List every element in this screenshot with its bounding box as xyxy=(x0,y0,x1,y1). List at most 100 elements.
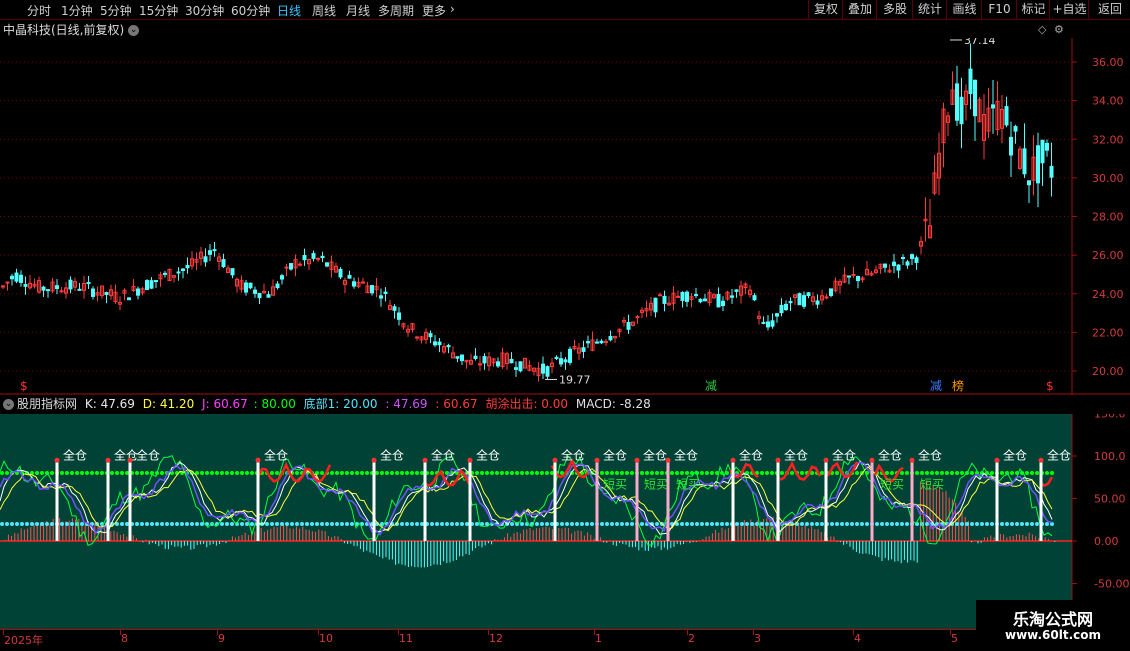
period-tab-2[interactable]: 5分钟 xyxy=(100,2,132,19)
level20-dot xyxy=(575,522,579,526)
short-buy-label: 短买 xyxy=(880,477,904,491)
toolbar-button-4[interactable]: 画线 xyxy=(946,0,982,19)
time-label: 8 xyxy=(121,632,128,645)
toolbar-button-1[interactable]: 叠加 xyxy=(842,0,877,19)
level80-dot xyxy=(820,471,824,475)
full-position-label: 全仓 xyxy=(431,447,455,462)
full-position-label: 全仓 xyxy=(739,447,763,462)
level20-dot xyxy=(225,522,229,526)
level80-dot xyxy=(430,471,434,475)
chevron-down-icon[interactable]: ⌄ xyxy=(128,25,140,36)
level20-dot xyxy=(240,522,244,526)
toolbar-button-6[interactable]: 标记 xyxy=(1016,0,1050,19)
level20-dot xyxy=(750,522,754,526)
toolbar-button-8[interactable]: 返回 xyxy=(1088,0,1130,19)
full-position-dot xyxy=(371,457,377,463)
candle-body xyxy=(784,303,788,311)
full-position-dot xyxy=(665,457,671,463)
indicator-tick-label: -50.00 xyxy=(1094,578,1129,591)
time-label: 10 xyxy=(319,632,333,645)
time-label: 9 xyxy=(218,632,225,645)
indicator-menu-icon[interactable]: ⌄ xyxy=(3,399,14,410)
period-tab-9[interactable]: 多周期 xyxy=(378,2,414,19)
price-chart[interactable]: 36.00 34.00 32.00 30.00 28.00 26.00 24.00 22.00… xyxy=(0,38,1130,395)
level80-dot xyxy=(520,471,524,475)
indicator-chart[interactable]: 150.0100.050.000.00-50.00全仓 全仓全仓 全仓 全仓 全仓 全仓全… xyxy=(0,414,1130,629)
candle-body xyxy=(415,336,419,339)
candle-body xyxy=(824,296,829,299)
candle-body xyxy=(266,294,271,298)
candle-body xyxy=(698,298,703,303)
level20-dot xyxy=(680,522,684,526)
level80-dot xyxy=(375,471,379,475)
level80-dot xyxy=(655,471,659,475)
level80-dot xyxy=(915,471,919,475)
toolbar-button-5[interactable]: F10 xyxy=(981,0,1017,19)
level20-dot xyxy=(340,522,344,526)
toolbar-button-2[interactable]: 多股 xyxy=(876,0,913,19)
level20-dot xyxy=(5,522,9,526)
level80-dot xyxy=(535,471,539,475)
period-tab-1[interactable]: 1分钟 xyxy=(61,2,93,19)
full-position-dot xyxy=(1038,457,1044,463)
level80-dot xyxy=(510,471,514,475)
period-tab-8[interactable]: 月线 xyxy=(346,2,370,19)
huitu-value: 胡涂出击: 0.00 xyxy=(485,397,569,411)
level80-dot xyxy=(710,471,714,475)
candle-body xyxy=(910,254,914,259)
level20-dot xyxy=(315,522,319,526)
level80-dot xyxy=(505,471,509,475)
full-position-label: 全仓 xyxy=(918,447,942,462)
candle-body xyxy=(208,250,212,255)
candle-body xyxy=(973,79,977,117)
toolbar-button-3[interactable]: 统计 xyxy=(912,0,947,19)
full-position-dot xyxy=(552,457,558,463)
level80-dot xyxy=(900,471,904,475)
diamond-icon[interactable]: ◇ xyxy=(1038,23,1046,36)
candle-body xyxy=(154,280,158,283)
candle-body xyxy=(770,320,775,327)
indicator-tick-label: 50.00 xyxy=(1094,493,1126,506)
level80-dot xyxy=(950,471,954,475)
level80-dot xyxy=(415,471,419,475)
level20-dot xyxy=(180,522,184,526)
level80-dot xyxy=(780,471,784,475)
level20-dot xyxy=(1005,522,1009,526)
level20-dot xyxy=(765,522,769,526)
level20-dot xyxy=(955,522,959,526)
level80-dot xyxy=(245,471,249,475)
watermark-logo: 乐淘公式网 www.60lt.com xyxy=(976,600,1130,650)
period-tab-6[interactable]: 日线 xyxy=(277,2,301,19)
period-tab-7[interactable]: 周线 xyxy=(312,2,336,19)
level80-dot xyxy=(920,471,924,475)
high-marker: 37.14 xyxy=(964,38,996,47)
event-badge: 减 xyxy=(705,379,717,393)
period-tab-4[interactable]: 30分钟 xyxy=(185,2,224,19)
full-position-label: 全仓 xyxy=(136,447,160,462)
period-tab-3[interactable]: 15分钟 xyxy=(139,2,178,19)
level20-dot xyxy=(545,522,549,526)
candle-body xyxy=(460,354,464,362)
level20-dot xyxy=(715,522,719,526)
period-tab-10[interactable]: 更多 xyxy=(422,2,446,19)
level20-dot xyxy=(310,522,314,526)
candle-body xyxy=(752,295,757,301)
candle-body xyxy=(676,295,680,298)
toolbar-button-0[interactable]: 复权 xyxy=(808,0,843,19)
period-tab-0[interactable]: 分时 xyxy=(27,2,51,19)
settings-icon[interactable]: ⚙ xyxy=(1054,23,1064,36)
period-tab-5[interactable]: 60分钟 xyxy=(231,2,270,19)
more-arrow-icon[interactable]: › xyxy=(450,2,455,16)
level20-dot xyxy=(270,522,274,526)
level20-dot xyxy=(150,522,154,526)
level20-dot xyxy=(840,522,844,526)
level20-dot xyxy=(1035,522,1039,526)
candle-body xyxy=(244,282,248,293)
toolbar-button-7[interactable]: +自选 xyxy=(1049,0,1089,19)
level80-dot xyxy=(605,471,609,475)
level20-dot xyxy=(420,522,424,526)
candle-body xyxy=(959,96,964,125)
candle-body xyxy=(14,272,19,282)
level20-dot xyxy=(330,522,334,526)
candle-body xyxy=(802,295,806,307)
